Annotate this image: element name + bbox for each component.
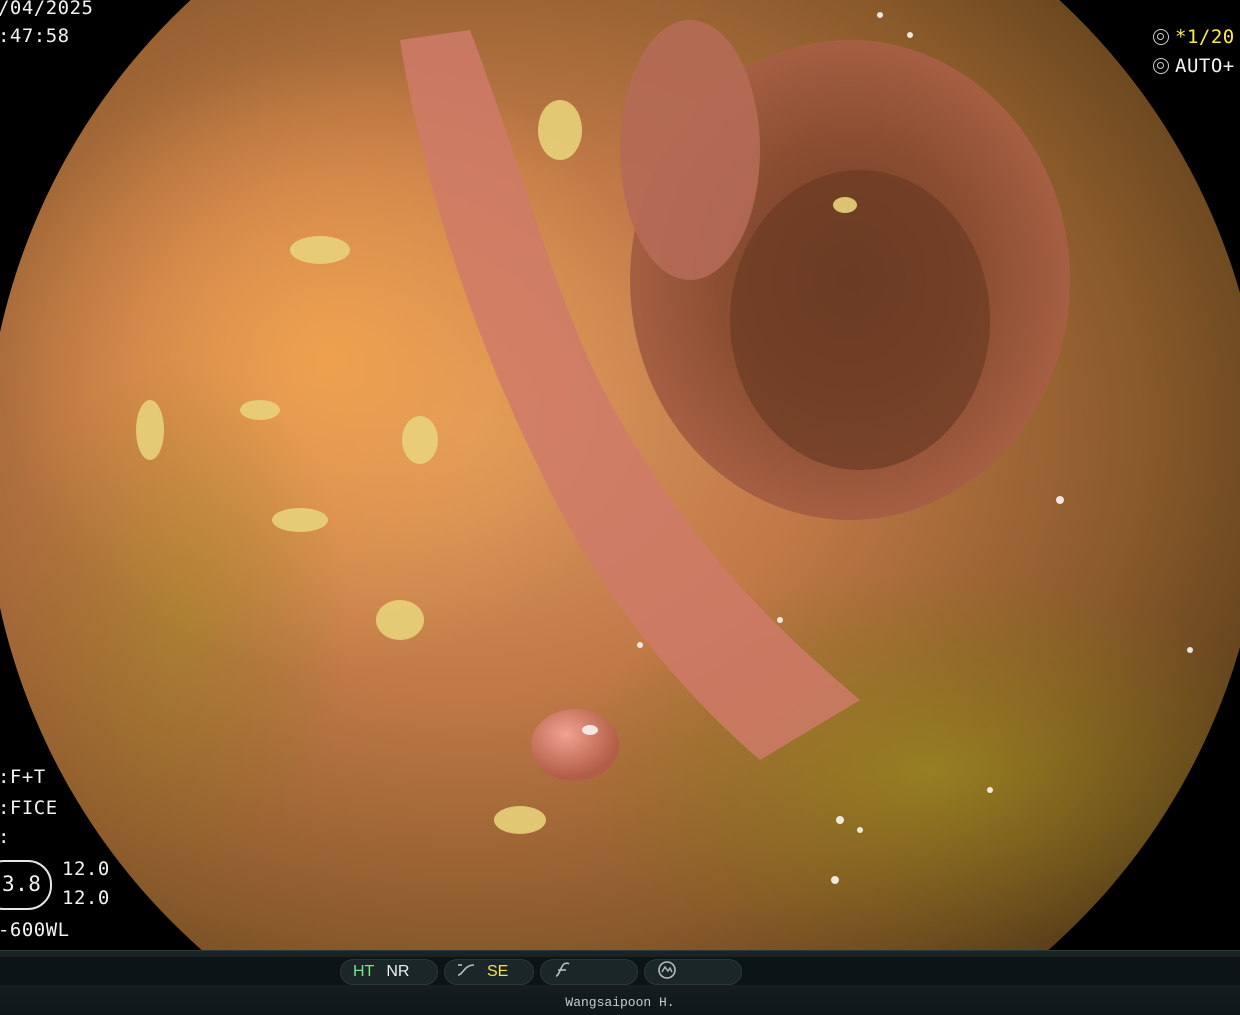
enhancement-setting: R:F+T <box>0 766 46 788</box>
tone-curve-icon <box>457 963 475 982</box>
setting-value-2: 12.0 <box>62 887 110 909</box>
function-group[interactable] <box>540 959 638 985</box>
shutter-icon <box>1153 29 1169 45</box>
record-icon <box>657 960 677 985</box>
iris-icon <box>1153 58 1169 74</box>
exam-date: 0/04/2025 <box>0 0 94 19</box>
operator-name: Wangsaipoon H. <box>565 995 675 1010</box>
nr-label: NR <box>386 963 410 980</box>
color-mode-setting: M:FICE <box>0 797 58 819</box>
endoscopic-image <box>0 0 1240 950</box>
ht-nr-group[interactable]: HT NR <box>340 959 438 985</box>
iris-indicator: AUTO+ <box>1153 55 1235 77</box>
endoscope-viewport: 0/04/2025 3:47:58 *1/20 AUTO+ R:F+T M:FI… <box>0 0 1240 950</box>
setting-value-1: 12.0 <box>62 858 110 880</box>
se-group[interactable]: SE <box>444 959 534 985</box>
contrast-setting: C: <box>0 826 10 848</box>
se-label: SE <box>487 963 509 980</box>
scope-model: C-600WL <box>0 919 70 941</box>
ratio-value: 3.8 <box>2 872 42 896</box>
exam-time: 3:47:58 <box>0 25 70 47</box>
function-icon <box>553 961 571 983</box>
record-group[interactable] <box>644 959 742 985</box>
shutter-value: *1/20 <box>1175 26 1235 48</box>
shutter-indicator: *1/20 <box>1153 26 1235 48</box>
status-bar: HT NR SE Wangsaipoon H. <box>0 950 1240 1015</box>
ht-label: HT <box>353 963 375 980</box>
iris-mode: AUTO+ <box>1175 55 1235 77</box>
